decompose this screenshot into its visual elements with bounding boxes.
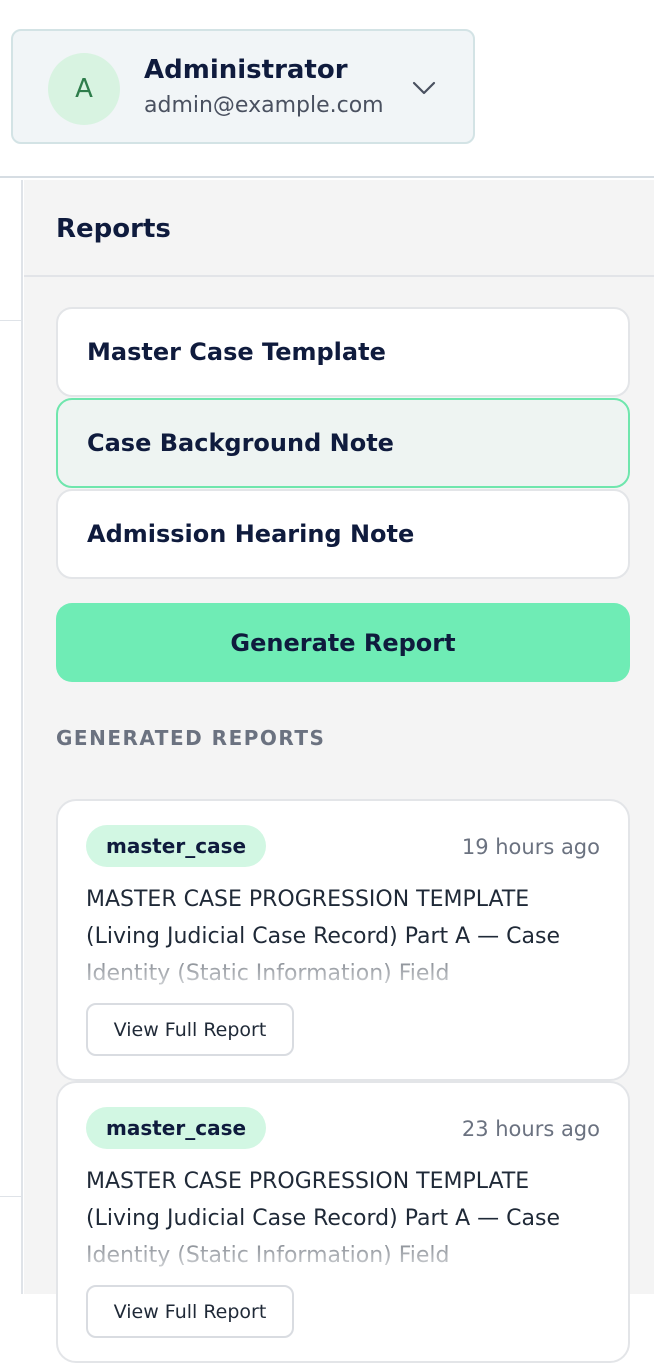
- generate-report-button[interactable]: Generate Report: [56, 603, 630, 682]
- user-menu-button[interactable]: A Administrator admin@example.com: [11, 29, 475, 144]
- main-content-edge: [0, 180, 23, 1294]
- top-bar: A Administrator admin@example.com: [0, 0, 654, 178]
- preview-fade: [58, 1233, 628, 1277]
- reports-panel-header: Reports: [24, 180, 654, 277]
- template-option-master-case[interactable]: Master Case Template: [56, 307, 630, 397]
- report-type-badge: master_case: [86, 1107, 267, 1149]
- user-email: admin@example.com: [144, 93, 384, 118]
- chevron-down-icon: [412, 81, 436, 95]
- report-type-badge: master_case: [86, 825, 267, 867]
- generated-reports-heading: GENERATED REPORTS: [56, 726, 326, 750]
- view-full-report-button[interactable]: View Full Report: [86, 1003, 294, 1056]
- report-timestamp: 19 hours ago: [461, 835, 600, 859]
- panel-title: Reports: [56, 214, 171, 244]
- avatar: A: [48, 53, 120, 125]
- preview-fade: [58, 951, 628, 995]
- view-full-report-button[interactable]: View Full Report: [86, 1285, 294, 1338]
- reports-panel: Reports Master Case Template Case Backgr…: [24, 180, 654, 1363]
- template-option-case-background[interactable]: Case Background Note: [56, 398, 630, 488]
- report-timestamp: 23 hours ago: [461, 1117, 600, 1141]
- template-option-admission-hearing[interactable]: Admission Hearing Note: [56, 489, 630, 579]
- report-card: master_case 23 hours ago MASTER CASE PRO…: [56, 1081, 630, 1363]
- report-card: master_case 19 hours ago MASTER CASE PRO…: [56, 799, 630, 1081]
- user-name: Administrator: [144, 55, 348, 85]
- divider: [0, 1196, 22, 1197]
- divider: [0, 320, 22, 321]
